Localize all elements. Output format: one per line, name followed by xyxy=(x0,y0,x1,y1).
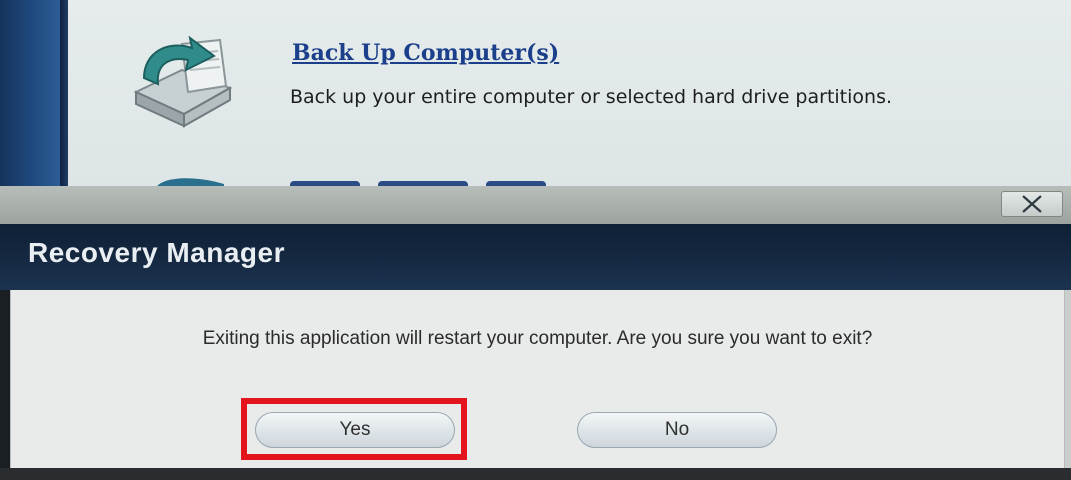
dialog-frame-left xyxy=(0,290,10,480)
no-button[interactable]: No xyxy=(577,412,777,448)
close-button[interactable] xyxy=(1001,191,1063,217)
dialog-title-bar: Recovery Manager xyxy=(0,224,1071,290)
partially-hidden-link xyxy=(290,174,580,186)
backup-drive-icon xyxy=(133,35,233,128)
background-nav-panel xyxy=(0,0,68,186)
background-application: Back Up Computer(s) Back up your entire … xyxy=(0,0,1071,188)
dialog-message: Exiting this application will restart yo… xyxy=(202,328,873,349)
dialog-body: Exiting this application will restart yo… xyxy=(10,290,1065,468)
back-up-computers-link[interactable]: Back Up Computer(s) xyxy=(292,40,559,66)
dialog-top-bar xyxy=(0,186,1071,224)
close-icon xyxy=(1022,195,1042,213)
recovery-manager-dialog: Recovery Manager Exiting this applicatio… xyxy=(0,186,1071,480)
yes-button[interactable]: Yes xyxy=(255,412,455,448)
dialog-frame-bottom xyxy=(0,468,1071,480)
back-up-description: Back up your entire computer or selected… xyxy=(290,86,893,108)
dialog-title: Recovery Manager xyxy=(28,237,286,268)
